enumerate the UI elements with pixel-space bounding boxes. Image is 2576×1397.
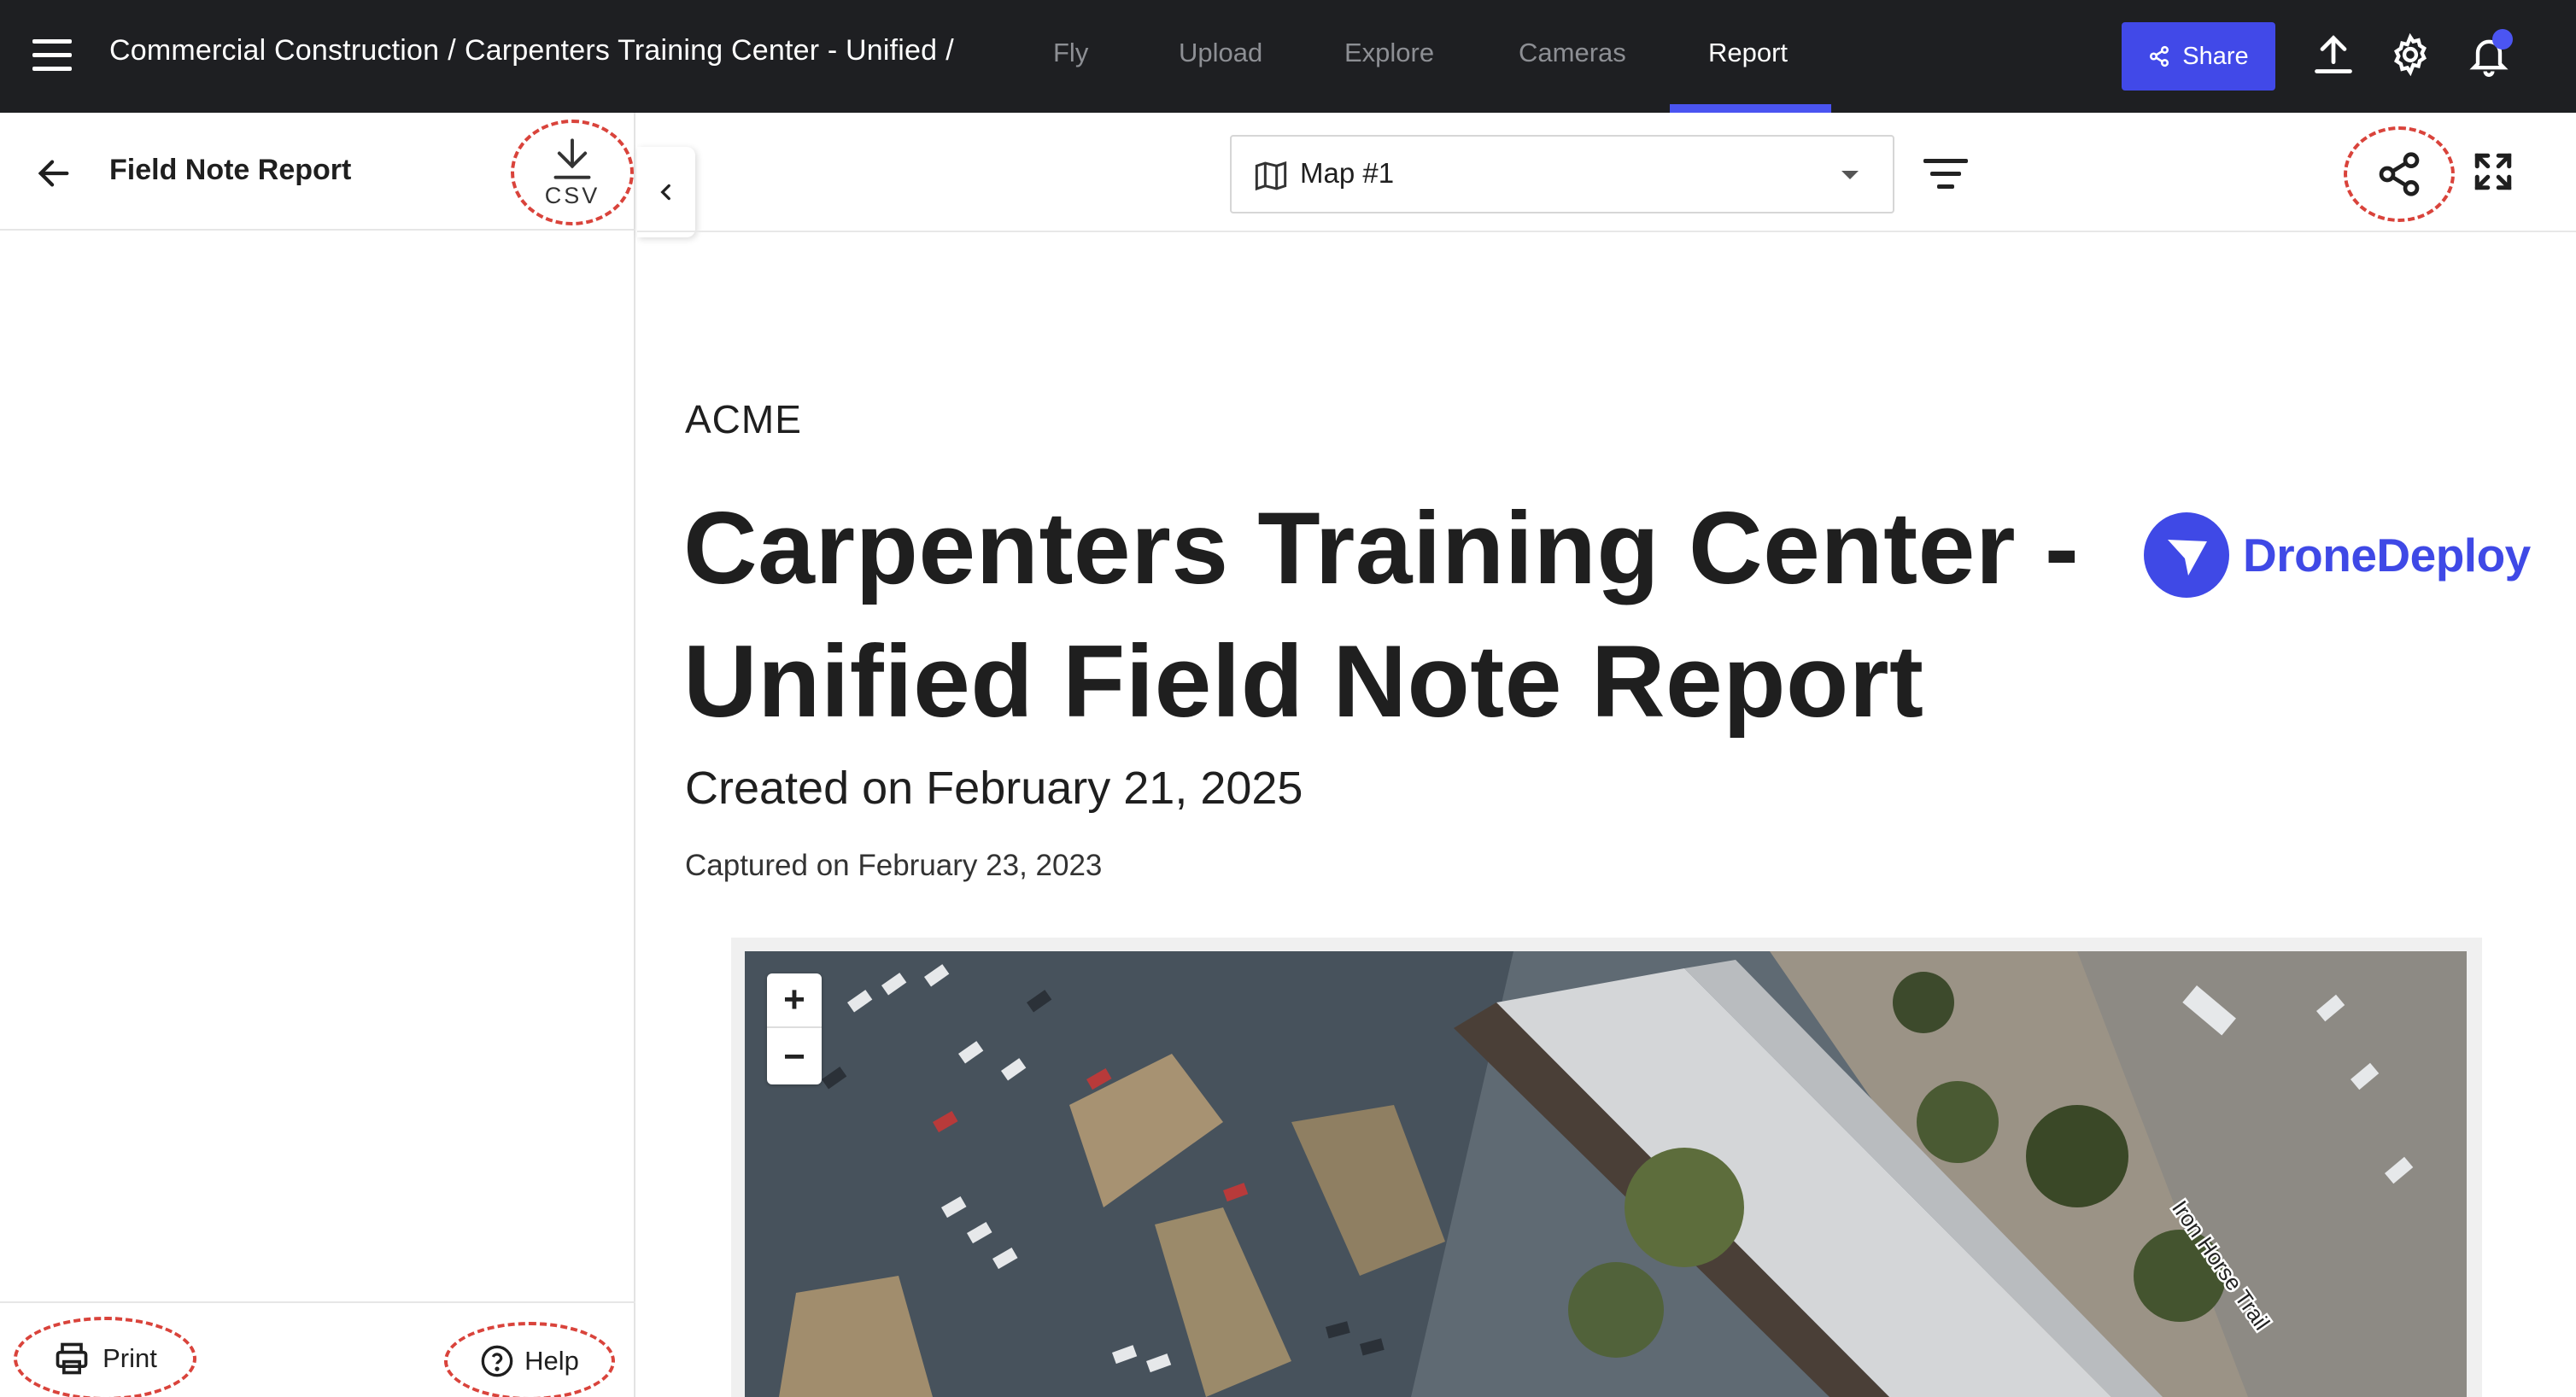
print-button[interactable]: Print xyxy=(14,1317,196,1397)
map-icon xyxy=(1255,161,1287,191)
zoom-out-button[interactable]: − xyxy=(767,1030,822,1084)
left-panel: Field Note Report CSV Print Help xyxy=(0,113,635,1397)
help-button[interactable]: Help xyxy=(444,1322,615,1397)
aerial-imagery: Iron Horse Trail xyxy=(745,951,2467,1397)
help-icon xyxy=(481,1345,513,1377)
breadcrumb-separator: / xyxy=(946,34,954,67)
caret-down-icon xyxy=(1841,171,1859,179)
settings-icon[interactable] xyxy=(2388,32,2433,77)
share-report-button[interactable] xyxy=(2344,126,2455,222)
share-button-label: Share xyxy=(2182,42,2249,70)
map-container: Iron Horse Trail xyxy=(731,938,2482,1397)
breadcrumb: Commercial Construction / Carpenters Train… xyxy=(109,34,963,67)
filter-icon[interactable] xyxy=(1923,155,1968,193)
download-icon xyxy=(553,137,591,179)
left-panel-footer: Print Help xyxy=(0,1301,635,1397)
report-created-date: Created on February 21, 2025 xyxy=(685,763,1303,814)
top-bar: Commercial Construction / Carpenters Train… xyxy=(0,0,2576,113)
menu-icon[interactable] xyxy=(32,38,72,72)
report-title: Carpenters Training Center - Unified Fie… xyxy=(683,491,2080,739)
expand-icon[interactable] xyxy=(2472,150,2515,193)
csv-label: CSV xyxy=(544,182,600,208)
notification-badge xyxy=(2492,29,2513,50)
share-button[interactable]: Share xyxy=(2122,22,2275,91)
breadcrumb-project-group[interactable]: Commercial Construction xyxy=(109,34,439,67)
tab-explore[interactable]: Explore xyxy=(1344,38,1434,68)
left-panel-header: Field Note Report CSV xyxy=(0,113,635,231)
tab-cameras[interactable]: Cameras xyxy=(1519,38,1626,68)
tab-report[interactable]: Report xyxy=(1708,38,1788,68)
map-select-value: Map #1 xyxy=(1300,157,1395,189)
report-captured-date: Captured on February 23, 2023 xyxy=(685,849,1103,882)
dronedeploy-logo-icon xyxy=(2144,512,2229,598)
csv-download-button[interactable]: CSV xyxy=(511,120,634,225)
map-zoom-control: + − xyxy=(767,973,822,1084)
share-icon xyxy=(2379,152,2420,196)
zoom-in-button[interactable]: + xyxy=(767,973,822,1028)
tab-upload[interactable]: Upload xyxy=(1179,38,1262,68)
brand-logo: DroneDeploy xyxy=(2144,511,2531,599)
breadcrumb-separator: / xyxy=(448,34,456,67)
map-select-dropdown[interactable]: Map #1 xyxy=(1230,135,1894,213)
share-icon xyxy=(2150,45,2169,67)
back-arrow-icon[interactable] xyxy=(34,154,73,193)
organization-name: ACME xyxy=(685,397,802,441)
help-label: Help xyxy=(524,1346,579,1376)
active-tab-indicator xyxy=(1670,104,1831,113)
printer-icon xyxy=(56,1342,88,1375)
brand-name: DroneDeploy xyxy=(2243,529,2531,582)
upload-icon[interactable] xyxy=(2311,32,2356,77)
map-view[interactable]: Iron Horse Trail xyxy=(745,951,2467,1397)
breadcrumb-project[interactable]: Carpenters Training Center - Unified xyxy=(465,34,937,67)
tab-fly[interactable]: Fly xyxy=(1053,38,1088,68)
panel-title: Field Note Report xyxy=(109,154,352,186)
print-label: Print xyxy=(102,1343,157,1373)
